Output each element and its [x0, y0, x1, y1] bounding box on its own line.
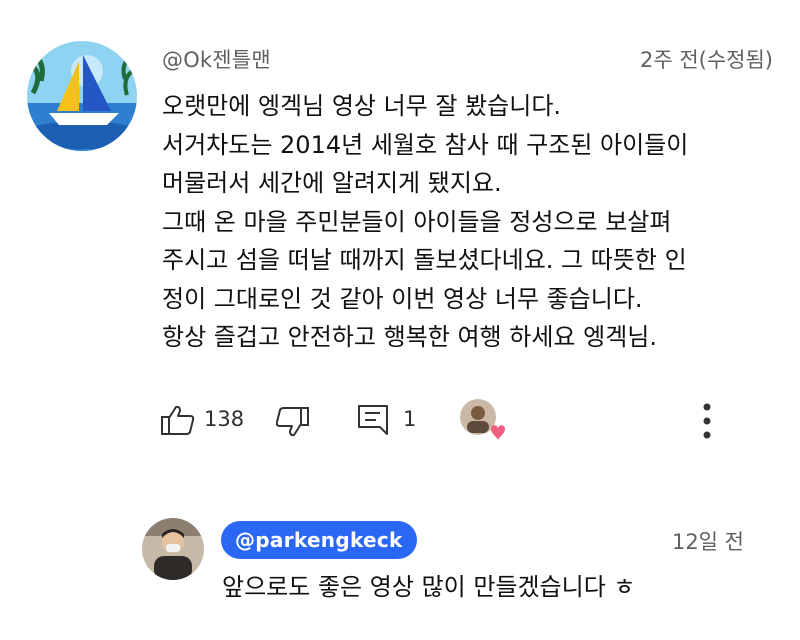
- reply-author-avatar[interactable]: [142, 518, 204, 580]
- like-count: 138: [204, 407, 245, 431]
- reply-count: 1: [403, 407, 417, 431]
- creator-heart-avatar: [460, 399, 505, 440]
- creator-heart-badge: [458, 397, 506, 443]
- commenter-avatar[interactable]: [27, 41, 137, 151]
- comment-text: 오랫만에 엥겍님 영상 너무 잘 봤습니다. 서거차도는 2014년 세월호 참…: [162, 87, 772, 357]
- like-button[interactable]: [160, 404, 196, 436]
- comment-line: 머물러서 세간에 알려지게 됐지요.: [162, 169, 502, 197]
- comment-line: 정이 그대로인 것 같아 이번 영상 너무 좋습니다.: [162, 284, 643, 313]
- reply-timestamp: 12일 전: [671, 530, 744, 554]
- comment-action-bar: 138 1: [160, 397, 760, 443]
- thumbs-up-icon: [161, 405, 195, 435]
- reply-text: 앞으로도 좋은 영상 많이 만들겠습니다 ㅎ: [222, 573, 636, 601]
- comment-line: 주시고 섬을 떠날 때까지 돌보셨다네요. 그 따뜻한 인: [162, 246, 687, 274]
- comment-line: 항상 즐겁고 안전하고 행복한 여행 하세요 엥겍님.: [162, 323, 658, 351]
- comment-line: 오랫만에 엥겍님 영상 너무 잘 봤습니다.: [162, 92, 562, 120]
- comment-line: 서거차도는 2014년 세월호 참사 때 구조된 아이들이: [162, 130, 689, 159]
- dislike-button[interactable]: [275, 406, 310, 438]
- more-options-button[interactable]: [700, 401, 714, 441]
- thumbs-down-icon: [275, 407, 309, 437]
- reply-author-badge[interactable]: @parkengkeck: [221, 521, 417, 559]
- comment-timestamp: 2주 전(수정됨): [639, 48, 773, 72]
- comment-author[interactable]: @Ok젠틀맨: [162, 44, 271, 74]
- comment-line: 그때 온 마을 주민분들이 아이들을 정성으로 보살펴: [162, 207, 672, 236]
- reply-button[interactable]: [356, 403, 390, 437]
- reply-icon: [358, 405, 388, 435]
- more-vert-icon: [703, 403, 711, 439]
